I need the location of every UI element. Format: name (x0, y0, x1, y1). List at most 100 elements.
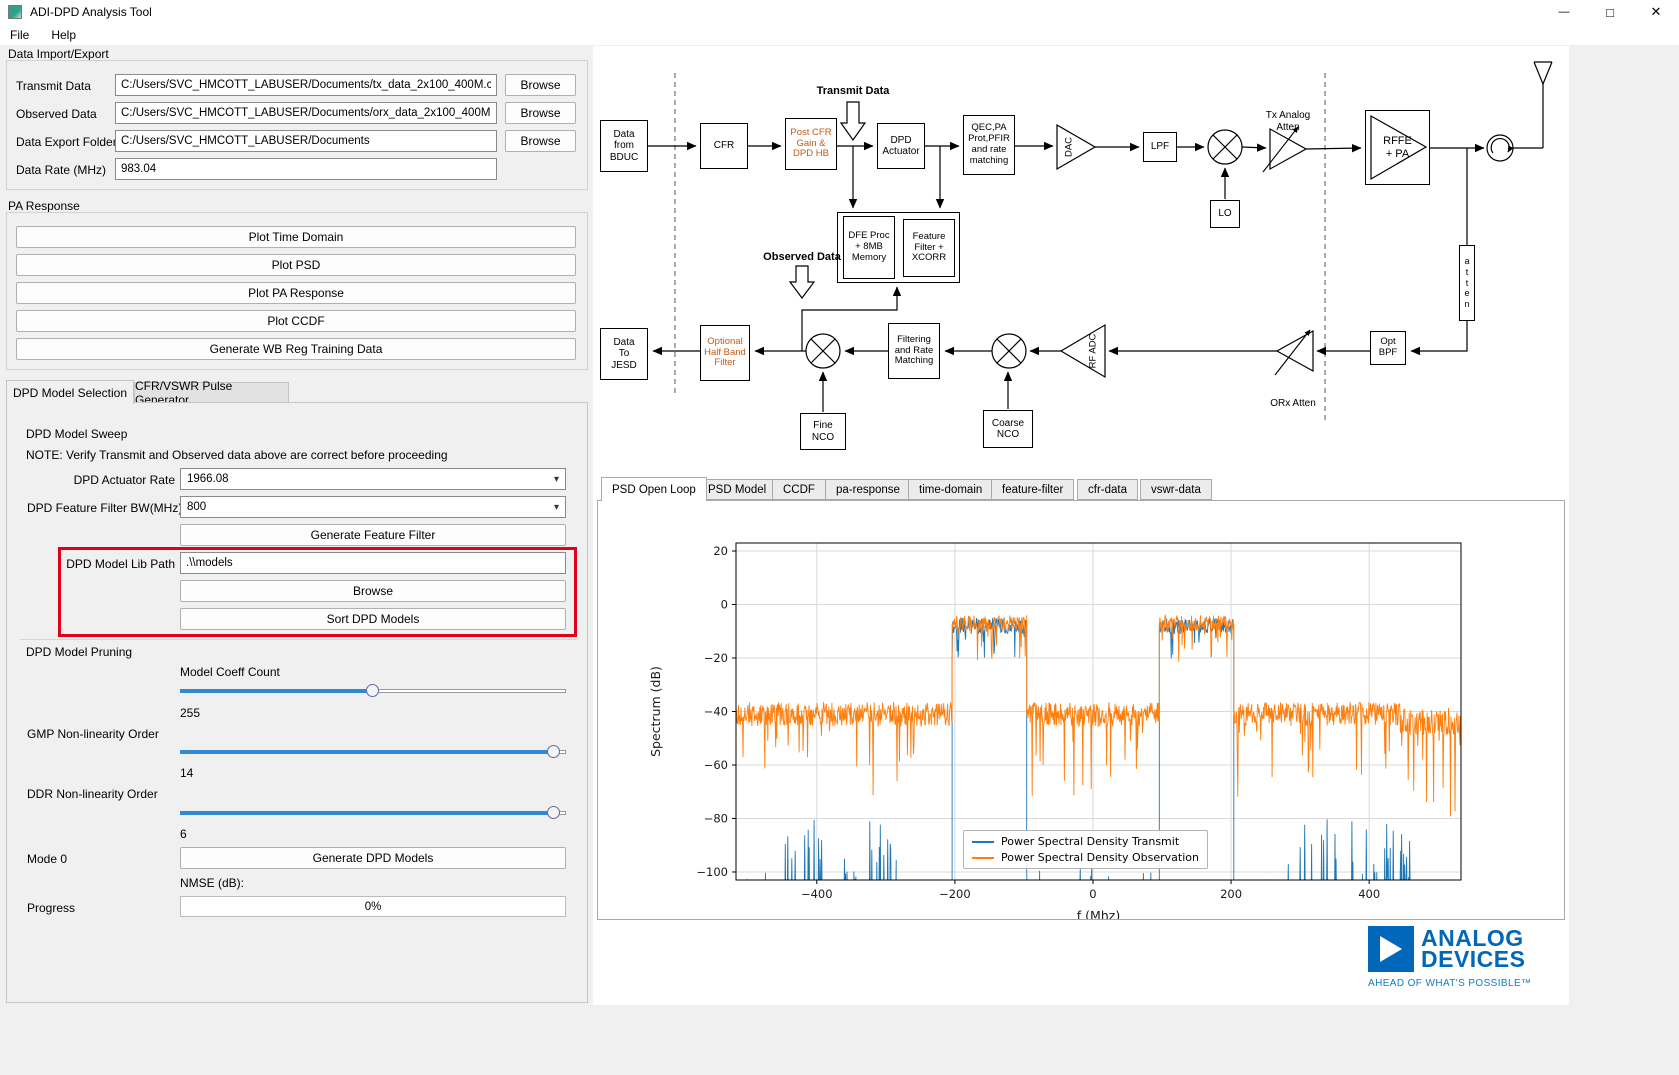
lpf-box: LPF (1143, 132, 1177, 162)
rf-adc-icon: RF ADC (1061, 325, 1105, 377)
plot-pa-response-button[interactable]: Plot PA Response (16, 282, 576, 304)
actuator-rate-value: 1966.08 (187, 473, 229, 485)
mode-label: Mode 0 (27, 852, 67, 866)
chart-tab-time-domain[interactable]: time-domain (908, 479, 993, 500)
section-divider (20, 639, 576, 640)
chart-tab-psd-model[interactable]: PSD Model (697, 479, 777, 500)
orx-atten-icon (1275, 330, 1313, 375)
generate-dpd-models-button[interactable]: Generate DPD Models (180, 847, 566, 869)
block-diagram: DAC RF ADC Transmit Data Observed Data T… (595, 48, 1570, 463)
tx-analog-atten-label2: Atten (1276, 122, 1299, 133)
slider-handle[interactable] (366, 684, 379, 697)
slider-handle[interactable] (547, 806, 560, 819)
svg-text:0: 0 (721, 598, 728, 612)
observed-data-label: Observed Data (763, 251, 842, 263)
plot-ccdf-button[interactable]: Plot CCDF (16, 310, 576, 332)
tx-analog-atten-icon (1263, 127, 1306, 172)
optional-half-band-filter-box: Optional Half Band Filter (700, 325, 750, 381)
svg-text:0: 0 (1089, 887, 1096, 901)
slider-handle[interactable] (547, 745, 560, 758)
menu-bar: File Help (0, 24, 1679, 45)
actuator-rate-combo[interactable]: 1966.08 ▾ (180, 468, 566, 490)
plot-time-domain-button[interactable]: Plot Time Domain (16, 226, 576, 248)
data-rate-input[interactable] (115, 158, 497, 180)
chart-legend: Power Spectral Density Transmit Power Sp… (963, 830, 1208, 869)
transmit-data-block-arrow (841, 102, 865, 140)
svg-text:−20: −20 (704, 651, 728, 665)
signal-wires (648, 146, 1484, 412)
post-cfr-gain-box: Post CFR Gain & DPD HB (785, 118, 837, 170)
generate-wb-reg-button[interactable]: Generate WB Reg Training Data (16, 338, 576, 360)
feature-bw-value: 800 (187, 501, 206, 513)
psd-chart-panel: −400−2000200400200−20−40−60−80−100f (Mhz… (597, 500, 1565, 920)
window-title: ADI-DPD Analysis Tool (30, 5, 152, 19)
dac-label: DAC (1064, 137, 1075, 157)
transmit-data-input[interactable] (115, 74, 497, 96)
group-title-import-export: Data Import/Export (8, 47, 109, 61)
feature-bw-label: DPD Feature Filter BW(MHz) (27, 501, 175, 515)
atten-box: a t t e n (1459, 245, 1475, 321)
coeff-count-slider[interactable] (180, 684, 566, 698)
actuator-rate-label: DPD Actuator Rate (27, 473, 175, 487)
sweep-note: NOTE: Verify Transmit and Observed data … (26, 448, 448, 462)
lib-path-input[interactable] (180, 552, 566, 574)
gmp-order-slider[interactable] (180, 745, 566, 759)
slider-fill (180, 750, 554, 754)
chart-tab-vswr-data[interactable]: vswr-data (1140, 479, 1212, 500)
close-button[interactable]: ✕ (1633, 0, 1679, 24)
data-from-bduc-box: Data from BDUC (600, 120, 648, 172)
chart-tab-feature-filter[interactable]: feature-filter (991, 479, 1074, 500)
minimize-button[interactable]: — (1541, 0, 1587, 24)
progress-label: Progress (27, 901, 75, 915)
cfr-box: CFR (700, 123, 748, 169)
transmit-series-label: Power Spectral Density Transmit (1001, 835, 1179, 848)
chart-tab-psd-open-loop[interactable]: PSD Open Loop (601, 477, 707, 501)
tab-dpd-model-selection[interactable]: DPD Model Selection (6, 380, 134, 404)
chart-tab-pa-response[interactable]: pa-response (825, 479, 911, 500)
chart-tab-ccdf[interactable]: CCDF (772, 479, 826, 500)
menu-help[interactable]: Help (49, 26, 78, 44)
data-to-jesd-box: Data To JESD (600, 328, 648, 380)
antenna-icon (1513, 62, 1552, 148)
nmse-label: NMSE (dB): (180, 876, 244, 890)
fine-nco-box: Fine NCO (800, 413, 846, 450)
chart-tab-cfr-data[interactable]: cfr-data (1077, 479, 1138, 500)
plot-psd-button[interactable]: Plot PSD (16, 254, 576, 276)
coeff-count-label: Model Coeff Count (180, 665, 280, 679)
sort-dpd-models-button[interactable]: Sort DPD Models (180, 608, 566, 630)
rffe-pa-box: RFFE + PA (1365, 110, 1430, 185)
slider-fill (180, 689, 373, 693)
chevron-down-icon: ▾ (554, 502, 559, 513)
data-rate-label: Data Rate (MHz) (16, 163, 106, 177)
transmit-data-label: Transmit Data (817, 85, 891, 97)
ddr-order-slider[interactable] (180, 806, 566, 820)
browse-export-button[interactable]: Browse (505, 130, 576, 152)
close-icon: ✕ (1651, 4, 1662, 20)
maximize-button[interactable]: □ (1587, 0, 1633, 24)
tx-analog-atten-label: Tx Analog (1266, 110, 1310, 121)
analog-devices-logo: ANALOG DEVICES AHEAD OF WHAT'S POSSIBLE™ (1368, 926, 1568, 989)
observation-series-swatch (972, 857, 994, 859)
ddr-order-value: 6 (180, 827, 187, 841)
rf-adc-label: RF ADC (1088, 333, 1099, 368)
transmit-series-swatch (972, 841, 994, 843)
logo-line2: DEVICES (1421, 949, 1525, 970)
opt-bpf-box: Opt BPF (1370, 331, 1406, 365)
dfe-proc-box: DFE Proc + 8MB Memory (843, 216, 895, 279)
svg-text:20: 20 (713, 544, 728, 558)
browse-lib-path-button[interactable]: Browse (180, 580, 566, 602)
chevron-down-icon: ▾ (554, 474, 559, 485)
group-title-pa-response: PA Response (8, 199, 80, 213)
browse-transmit-button[interactable]: Browse (505, 74, 576, 96)
ddr-order-label: DDR Non-linearity Order (27, 787, 158, 801)
feature-bw-combo[interactable]: 800 ▾ (180, 496, 566, 518)
generate-feature-filter-button[interactable]: Generate Feature Filter (180, 524, 566, 546)
svg-text:−400: −400 (801, 887, 833, 901)
menu-file[interactable]: File (8, 26, 31, 44)
export-folder-input[interactable] (115, 130, 497, 152)
minimize-icon: — (1559, 6, 1570, 18)
dpd-model-pruning-title: DPD Model Pruning (26, 645, 132, 659)
browse-observed-button[interactable]: Browse (505, 102, 576, 124)
tab-cfr-vswr-pulse-generator[interactable]: CFR/VSWR Pulse Generator (134, 382, 289, 403)
observed-data-input[interactable] (115, 102, 497, 124)
